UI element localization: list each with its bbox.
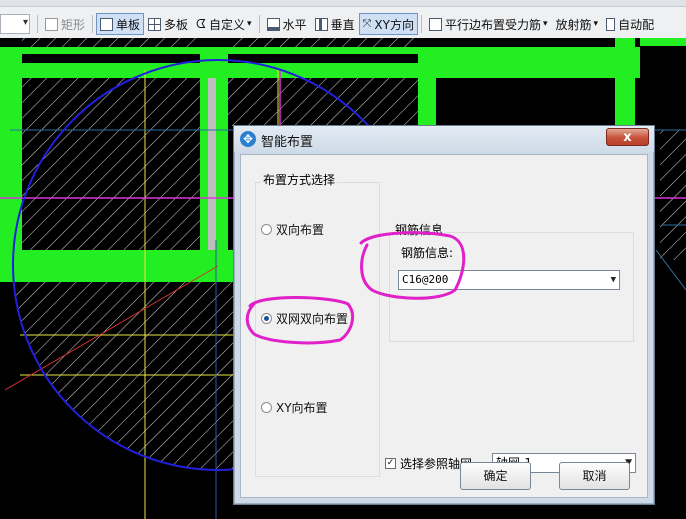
- radio-double-net-bidirectional[interactable]: 双网双向布置: [261, 310, 348, 327]
- toolbar-row: 矩形 单板 多板 ᗧ 自定义 ▾ 水平 垂直 ⤧ XY方向: [0, 11, 686, 37]
- rebar-info-value: C16@200: [402, 273, 449, 286]
- rect-button[interactable]: 矩形: [41, 13, 89, 35]
- horizontal-icon: [266, 17, 280, 31]
- dialog-title-bar[interactable]: ✥ 智能布置 x: [234, 126, 654, 152]
- rectangle-icon: [45, 17, 58, 31]
- dropdown-arrow-icon: ▾: [247, 19, 252, 29]
- beam-inner: [22, 54, 200, 63]
- column: [208, 78, 216, 253]
- dropdown-arrow-icon: ▾: [593, 19, 599, 29]
- multi-slab-icon: [148, 17, 162, 31]
- radio-double-net-label: 双网双向布置: [276, 312, 349, 326]
- slab-hatch: [22, 78, 200, 250]
- parallel-edge-icon: [428, 17, 442, 31]
- multi-slab-label: 多板: [164, 17, 189, 32]
- app-icon: ✥: [240, 131, 256, 147]
- single-slab-label: 单板: [116, 17, 141, 32]
- close-button[interactable]: x: [606, 128, 649, 146]
- radio-checked-icon: [261, 313, 272, 324]
- parallel-edge-button[interactable]: 平行边布置受力筋 ▾: [425, 13, 552, 35]
- custom-label: 自定义: [209, 17, 246, 32]
- custom-shape-icon: ᗧ: [196, 16, 207, 31]
- dialog-title: 智能布置: [261, 135, 314, 150]
- dialog-body: 布置方式选择 双向布置 双网双向布置 XY向布置 钢筋信息 钢筋信息: C16@…: [240, 154, 648, 498]
- single-slab-icon: [100, 17, 114, 31]
- parallel-edge-label: 平行边布置受力筋: [444, 17, 541, 32]
- vertical-icon: [314, 17, 328, 31]
- auto-rebar-label: 自动配: [618, 17, 655, 32]
- beam: [640, 38, 686, 46]
- toolbar-combo[interactable]: [0, 14, 30, 34]
- toolbar-separator: [258, 15, 260, 33]
- ok-button[interactable]: 确定: [460, 462, 531, 490]
- toolbar-top-strip: [0, 0, 686, 7]
- radio-bidirectional-label: 双向布置: [276, 223, 325, 237]
- ref-axis-checkbox[interactable]: ✓: [385, 458, 396, 469]
- radio-xy-label: XY向布置: [276, 401, 328, 415]
- rebar-info-group-label: 钢筋信息: [393, 221, 446, 238]
- vertical-button[interactable]: 垂直: [311, 13, 359, 35]
- ref-axis-checkbox-row[interactable]: ✓ 选择参照轴网: [385, 455, 472, 472]
- toolbar-separator: [92, 15, 94, 33]
- radio-icon: [261, 224, 272, 235]
- rebar-info-input[interactable]: C16@200 ▼: [398, 270, 620, 290]
- slab-hatch: [22, 38, 200, 48]
- radial-rebar-button[interactable]: 放射筋 ▾: [552, 13, 603, 35]
- slab-hatch: [228, 38, 418, 48]
- horizontal-button[interactable]: 水平: [263, 13, 311, 35]
- dropdown-arrow-icon[interactable]: ▼: [611, 271, 616, 289]
- xy-direction-button[interactable]: ⤧ XY方向: [358, 13, 418, 35]
- toolbar-separator: [37, 15, 38, 33]
- beam: [418, 47, 436, 127]
- beam-inner: [228, 54, 418, 63]
- rebar-info-label: 钢筋信息:: [401, 246, 454, 260]
- toolbar: 矩形 单板 多板 ᗧ 自定义 ▾ 水平 垂直 ⤧ XY方向: [0, 0, 686, 38]
- radio-xy[interactable]: XY向布置: [261, 399, 328, 416]
- cancel-button[interactable]: 取消: [559, 462, 630, 490]
- auto-rebar-icon: [606, 17, 616, 31]
- horizontal-label: 水平: [282, 17, 307, 32]
- slab-hatch: [660, 130, 686, 260]
- radio-icon: [261, 402, 272, 413]
- layout-mode-group-label: 布置方式选择: [261, 171, 338, 188]
- slab-hatch: [13, 282, 240, 470]
- beam: [0, 47, 22, 282]
- single-slab-button[interactable]: 单板: [96, 13, 145, 35]
- toolbar-separator: [420, 15, 422, 33]
- radial-rebar-label: 放射筋: [555, 17, 592, 32]
- auto-rebar-button[interactable]: 自动配: [602, 13, 658, 35]
- slab-hatch: [228, 78, 418, 126]
- smart-layout-dialog: ✥ 智能布置 x 布置方式选择 双向布置 双网双向布置 XY向布置 钢筋信息 钢…: [233, 125, 655, 505]
- rect-label: 矩形: [61, 17, 86, 32]
- xy-direction-label: XY方向: [374, 17, 414, 32]
- custom-button[interactable]: ᗧ 自定义 ▾: [192, 13, 256, 35]
- multi-slab-button[interactable]: 多板: [144, 13, 192, 35]
- radio-bidirectional[interactable]: 双向布置: [261, 221, 324, 238]
- xy-direction-icon: ⤧: [362, 17, 372, 30]
- beam: [0, 250, 240, 282]
- beam: [615, 38, 635, 127]
- dropdown-arrow-icon: ▾: [542, 19, 548, 29]
- vertical-label: 垂直: [330, 17, 355, 32]
